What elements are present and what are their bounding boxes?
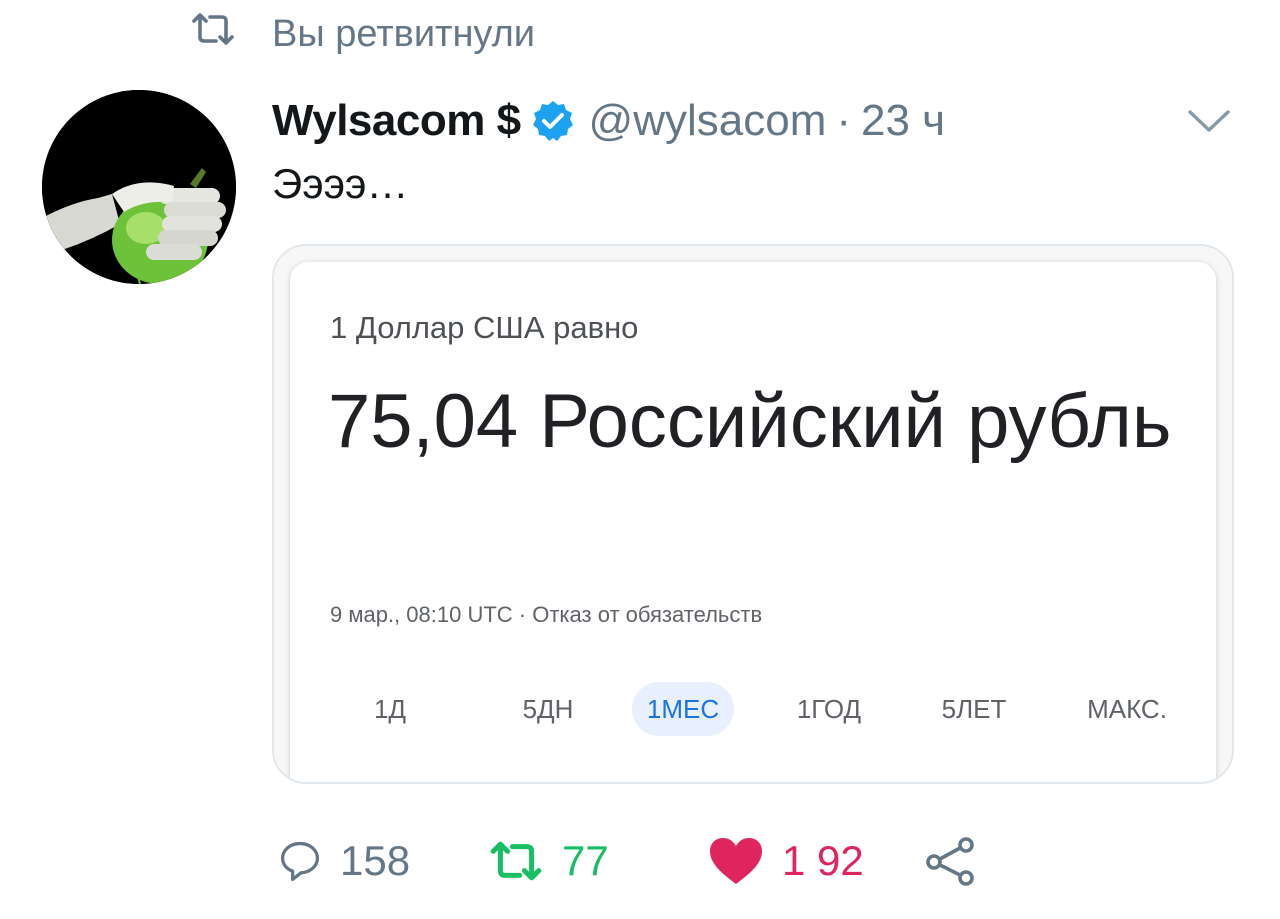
avatar[interactable] xyxy=(42,90,236,284)
author-handle[interactable]: @wylsacom xyxy=(589,96,827,146)
range-tab-5y[interactable]: 5ЛЕТ xyxy=(934,682,1014,736)
currency-meta: 9 мар., 08:10 UTC · Отказ от обязательст… xyxy=(330,602,763,627)
avatar-image xyxy=(42,90,236,284)
currency-value: 75,04 Российский рубль xyxy=(328,379,1172,464)
tweet-image-card[interactable]: 1 Доллар США равно 75,04 Российский рубл… xyxy=(272,244,1234,784)
range-tab-5d[interactable]: 5ДН xyxy=(514,682,582,736)
currency-label: 1 Доллар США равно xyxy=(330,310,639,345)
share-button[interactable] xyxy=(924,826,980,896)
tweet-actions: 158 77 1 92 xyxy=(272,826,1032,896)
reply-icon xyxy=(278,839,322,883)
reply-button[interactable]: 158 xyxy=(278,826,410,896)
retweet-banner-text: Вы ретвитнули xyxy=(272,12,535,55)
currency-card: 1 Доллар США равно 75,04 Российский рубл… xyxy=(290,262,1216,782)
retweet-icon xyxy=(488,837,544,885)
retweet-banner: Вы ретвитнули xyxy=(190,6,535,62)
like-button[interactable]: 1 92 xyxy=(708,826,864,896)
tweet-text: Ээээ… xyxy=(272,160,409,207)
verified-badge-icon xyxy=(531,99,575,143)
heart-icon xyxy=(708,836,764,886)
range-tab-1m[interactable]: 1МЕС xyxy=(632,682,734,736)
range-tabs: 1Д 5ДН 1МЕС 1ГОД 5ЛЕТ МАКС. xyxy=(290,682,1220,736)
range-tab-1y[interactable]: 1ГОД xyxy=(788,682,870,736)
retweet-icon xyxy=(190,9,236,59)
share-icon xyxy=(924,836,980,886)
retweet-count: 77 xyxy=(562,837,609,884)
range-tab-1d[interactable]: 1Д xyxy=(366,682,414,736)
header-separator: · xyxy=(836,96,852,145)
retweet-button[interactable]: 77 xyxy=(488,826,609,896)
like-count: 1 92 xyxy=(782,837,864,884)
tweet-header: Wylsacom $ @wylsacom · 23 ч xyxy=(272,86,945,156)
reply-count: 158 xyxy=(340,837,411,884)
chevron-down-icon[interactable] xyxy=(1186,106,1232,136)
author-name[interactable]: Wylsacom $ xyxy=(272,96,521,146)
tweet-time[interactable]: 23 ч xyxy=(861,96,945,146)
range-tab-max[interactable]: МАКС. xyxy=(1078,682,1176,736)
